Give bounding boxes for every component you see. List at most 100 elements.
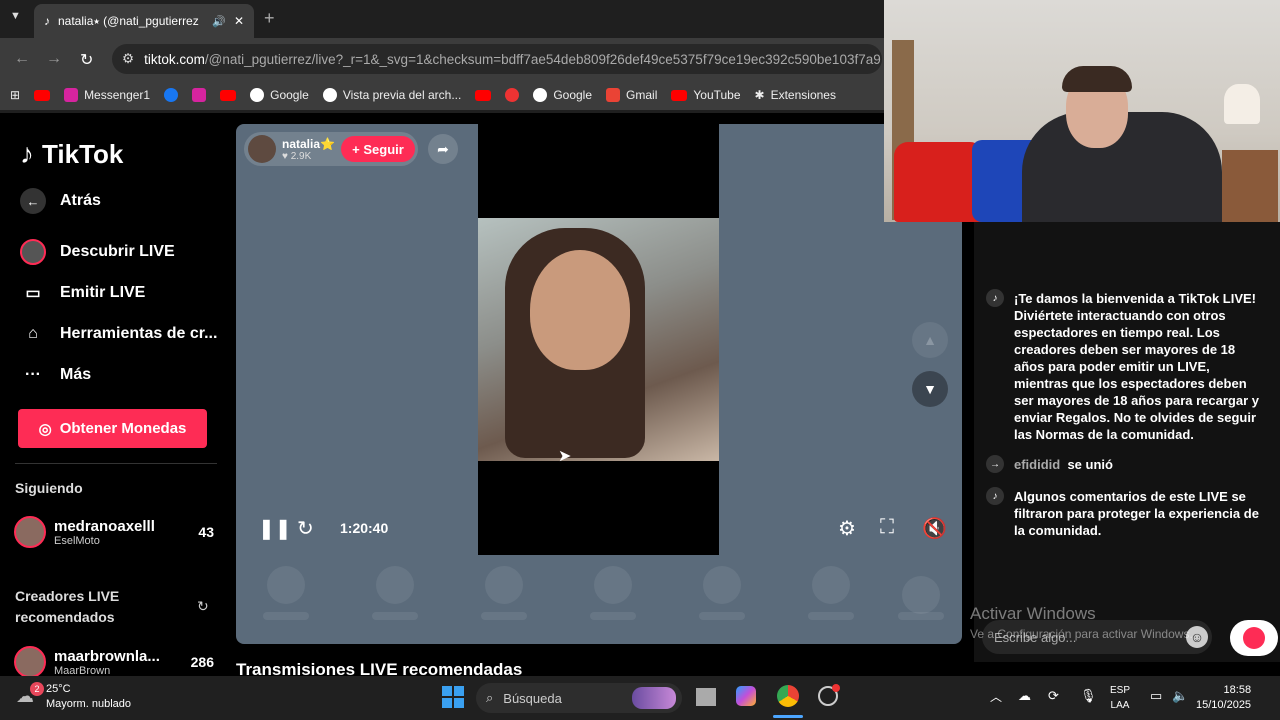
host-avatar bbox=[248, 135, 276, 163]
placeholder-gift bbox=[485, 566, 523, 604]
bookmark-preview[interactable]: Vista previa del arch... bbox=[322, 88, 461, 102]
task-view-icon[interactable] bbox=[696, 688, 716, 706]
next-live-icon[interactable]: ▼ bbox=[912, 371, 948, 407]
following-item[interactable]: medranoaxelll EselMoto 43 bbox=[14, 512, 214, 552]
tray-chevron-icon[interactable]: ︿ bbox=[990, 688, 1002, 705]
placeholder-gift bbox=[267, 566, 305, 604]
chat-message-join: → efididid se unió bbox=[986, 455, 1266, 473]
back-arrow-icon[interactable]: ← bbox=[14, 50, 30, 68]
notification-dot bbox=[832, 684, 840, 692]
tiktok-favicon-icon: ♪ bbox=[44, 14, 50, 28]
bookmark-red-icon[interactable] bbox=[505, 88, 520, 102]
following-label: Siguiendo bbox=[15, 480, 83, 496]
active-app-indicator bbox=[773, 715, 803, 718]
bookmark-google[interactable]: Google bbox=[250, 88, 309, 102]
previous-live-icon[interactable]: ▲ bbox=[912, 322, 948, 358]
bookmark-google-2[interactable]: Google bbox=[533, 88, 592, 102]
back-icon: ← bbox=[20, 188, 46, 214]
bookmark-gmail[interactable]: Gmail bbox=[606, 88, 657, 102]
fullscreen-icon[interactable]: ⛶ bbox=[880, 516, 894, 539]
chat-username[interactable]: efididid bbox=[1014, 457, 1060, 472]
microphone-icon[interactable]: 🎙 bbox=[1080, 688, 1097, 704]
lamp bbox=[1224, 84, 1260, 124]
bookmark-youtube-3-icon[interactable] bbox=[475, 89, 492, 101]
refresh-icon[interactable]: ↻ bbox=[197, 598, 209, 615]
language-indicator[interactable]: ESP LAA bbox=[1110, 683, 1130, 713]
coin-icon: ◎ bbox=[38, 420, 52, 438]
settings-icon[interactable]: ⚙ bbox=[838, 516, 856, 541]
more-dots-icon: ··· bbox=[25, 366, 41, 383]
sidebar-item-creator-tools[interactable]: ⌂ Herramientas de cr... bbox=[20, 321, 217, 347]
speaker-icon[interactable]: 🔊 bbox=[212, 15, 226, 28]
sidebar-item-discover-live[interactable]: Descubrir LIVE bbox=[20, 239, 175, 265]
back-link[interactable]: ← Atrás bbox=[20, 188, 101, 214]
new-tab-button[interactable]: + bbox=[264, 8, 275, 29]
address-bar[interactable]: ⚙ tiktok.com/@nati_pgutierrez/live?_r=1&… bbox=[112, 44, 882, 74]
chrome-icon[interactable] bbox=[777, 685, 799, 707]
following-subname: EselMoto bbox=[54, 534, 100, 547]
share-icon[interactable]: ➦ bbox=[428, 134, 458, 164]
chat-message-welcome: ♪ ¡Te damos la bienvenida a TikTok LIVE!… bbox=[986, 289, 1266, 443]
bookmark-facebook-icon[interactable] bbox=[164, 88, 179, 102]
volume-icon[interactable]: 🔈 bbox=[1172, 688, 1188, 704]
clock[interactable]: 18:58 15/10/2025 bbox=[1196, 683, 1251, 713]
placeholder-label bbox=[481, 612, 527, 620]
divider bbox=[0, 110, 884, 113]
forward-arrow-icon[interactable]: → bbox=[46, 50, 62, 68]
follow-button[interactable]: + Seguir bbox=[341, 136, 415, 162]
live-avatar-icon bbox=[20, 239, 46, 265]
streamer-face bbox=[530, 250, 630, 370]
site-info-icon[interactable]: ⚙ bbox=[122, 51, 134, 67]
apps-icon[interactable]: ⊞ bbox=[10, 88, 20, 102]
search-highlight-icon bbox=[632, 687, 676, 709]
recommended-creators-label: Creadores LIVE recomendados bbox=[15, 588, 120, 625]
placeholder-label bbox=[263, 612, 309, 620]
recommended-name: maarbrownla... bbox=[54, 647, 160, 665]
pause-icon[interactable]: ❚❚ bbox=[258, 516, 292, 541]
activate-windows-subtitle: Ve a Configuración para activar Windows. bbox=[970, 627, 1193, 641]
mouse-cursor-icon: ➤ bbox=[558, 448, 572, 465]
taskbar-search[interactable]: ⌕ Búsqueda bbox=[476, 683, 682, 713]
weather-text[interactable]: 25°C Mayorm. nublado bbox=[46, 682, 131, 712]
windows-start-icon[interactable] bbox=[442, 686, 464, 708]
placeholder-label bbox=[699, 612, 745, 620]
placeholder-gift bbox=[902, 576, 940, 614]
placeholder-gift bbox=[703, 566, 741, 604]
search-icon: ⌕ bbox=[486, 690, 494, 705]
puzzle-icon: ✱ bbox=[754, 88, 765, 102]
placeholder-label bbox=[372, 612, 418, 620]
sync-icon[interactable]: ⟳ bbox=[1048, 688, 1059, 704]
bookmark-youtube-icon[interactable] bbox=[34, 89, 51, 101]
copilot-icon[interactable] bbox=[736, 686, 756, 706]
tiktok-logo[interactable]: ♪ TikTok bbox=[20, 138, 123, 170]
close-tab-icon[interactable]: ✕ bbox=[234, 14, 244, 28]
host-name: natalia⭐ bbox=[282, 136, 335, 151]
refresh-stream-icon[interactable]: ↻ bbox=[297, 516, 314, 541]
weather-widget[interactable]: 2 ☁ bbox=[16, 682, 44, 712]
side-table bbox=[1222, 150, 1278, 222]
creator-tools-icon: ⌂ bbox=[28, 325, 38, 342]
activate-windows-title: Activar Windows bbox=[970, 604, 1096, 623]
muted-volume-icon[interactable]: 🔇 bbox=[922, 516, 947, 541]
onedrive-icon[interactable]: ☁ bbox=[1018, 688, 1031, 704]
get-coins-button[interactable]: ◎ Obtener Monedas bbox=[18, 409, 207, 448]
bookmark-youtube[interactable]: YouTube bbox=[671, 88, 741, 102]
placeholder-gift bbox=[812, 566, 850, 604]
person-hair bbox=[1062, 66, 1132, 92]
browser-tab[interactable]: ♪ natalia⭑ (@nati_pgutierrez 🔊 ✕ bbox=[34, 4, 254, 38]
viewer-count: 43 bbox=[198, 524, 214, 540]
bookmark-instagram-icon[interactable] bbox=[192, 88, 207, 102]
tab-search-icon[interactable]: ▼ bbox=[10, 10, 21, 22]
reload-icon[interactable]: ↻ bbox=[80, 50, 93, 70]
network-icon[interactable]: ▭ bbox=[1150, 688, 1162, 704]
placeholder-label bbox=[808, 612, 854, 620]
sidebar-item-more[interactable]: ··· Más bbox=[20, 362, 91, 388]
red-chair bbox=[894, 142, 984, 222]
avatar bbox=[14, 516, 46, 548]
gift-button[interactable] bbox=[1230, 620, 1278, 656]
bookmark-extensions[interactable]: ✱ Extensiones bbox=[755, 88, 836, 102]
bookmark-messenger[interactable]: Messenger1 bbox=[64, 88, 150, 102]
weather-badge: 2 bbox=[30, 682, 44, 696]
bookmark-youtube-2-icon[interactable] bbox=[220, 89, 237, 101]
sidebar-item-go-live[interactable]: ▭ Emitir LIVE bbox=[20, 280, 145, 306]
